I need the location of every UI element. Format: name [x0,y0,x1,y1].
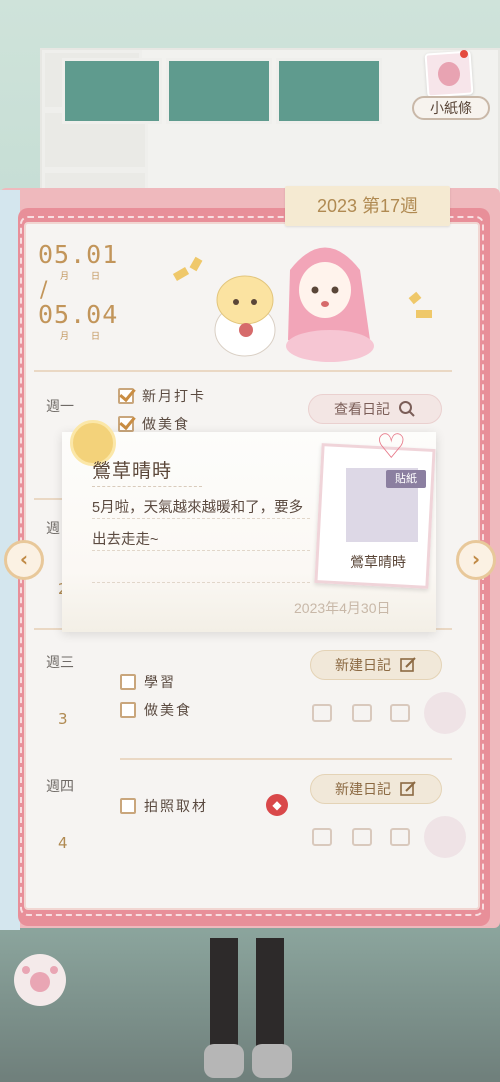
mood-slot[interactable] [424,816,466,858]
sticker-slot[interactable] [352,828,372,846]
view-diary-label: 查看日記 [334,401,390,417]
entry-date: 2023年4月30日 [294,600,391,616]
sticker-slot[interactable] [352,704,372,722]
new-diary-button[interactable]: 新建日記 [310,650,442,680]
sticker-slot[interactable] [390,704,410,722]
date-range: 05.01 月 日 / 05.04 月 日 [38,240,128,342]
shelf-cell [166,58,272,124]
gift-icon[interactable]: ◆ [266,794,288,816]
edit-icon [400,781,416,796]
heart-icon[interactable]: ♡ [376,430,406,464]
row-divider [34,498,64,500]
task-label: 做美食 [142,416,190,432]
edit-icon [400,657,416,672]
task-checkbox[interactable] [120,674,136,690]
row-divider [34,370,452,372]
task-checkbox[interactable] [118,416,134,432]
yellow-cat-character [214,275,276,357]
note-thumbnail [424,50,474,98]
entry-body: 5月啦，天氣越來越暖和了，要多出去走走~ [92,500,304,548]
note-button[interactable]: 小紙條 [412,48,492,128]
task-label: 學習 [144,674,176,690]
task-checkbox[interactable] [118,388,134,404]
task-label: 拍照取材 [144,798,208,814]
chevron-left-icon: ‹ [19,547,29,571]
sticker-tag: 貼紙 [386,470,426,488]
chevron-right-icon: › [471,547,481,571]
pink-hair-girl-character [286,247,374,362]
task-item[interactable]: 學習 [120,672,176,692]
task-item[interactable]: 做美食 [118,414,190,434]
new-diary-label: 新建日記 [335,657,391,673]
search-icon [399,401,415,417]
sticker-name: 鶯草晴時 [350,554,406,570]
paw-charm-decoration [14,954,66,1006]
title-underline [92,486,202,487]
date-unit-labels: 月 日 [60,272,101,282]
task-item[interactable]: 拍照取材 [120,796,208,816]
end-date: 05.04 [38,300,119,329]
sticker-slot[interactable] [312,704,332,722]
row-divider [120,758,452,760]
day-label-mon: 週一 [46,398,74,414]
week-tab: 2023 第17週 [285,186,450,226]
shelf-cell [276,58,382,124]
task-checkbox[interactable] [120,798,136,814]
start-date: 05.01 [38,240,119,269]
task-label: 做美食 [144,702,192,718]
day-number: 4 [58,834,68,852]
task-label: 新月打卡 [142,388,206,404]
new-diary-button[interactable]: 新建日記 [310,774,442,804]
note-button-label: 小紙條 [412,96,490,120]
sticker-slot[interactable] [312,828,332,846]
task-item[interactable]: 做美食 [120,700,192,720]
character-legs [204,938,292,1082]
entry-title: 鶯草晴時 [92,461,173,482]
sticker-slot[interactable] [390,828,410,846]
day-label-wed: 週三 [46,654,74,670]
shelf-cell [62,58,162,124]
mood-slot[interactable] [424,692,466,734]
task-item[interactable]: 新月打卡 [118,386,206,406]
new-diary-label: 新建日記 [335,781,391,797]
date-separator: / [40,278,48,303]
task-checkbox[interactable] [120,702,136,718]
view-diary-button[interactable]: 查看日記 [308,394,442,424]
pin-icon [460,50,468,58]
date-unit-labels: 月 日 [60,332,101,342]
chibi-illustration [172,247,432,362]
day-number: 3 [58,710,68,728]
day-label-thu: 週四 [46,778,74,794]
next-week-button[interactable]: › [456,540,496,580]
day-label-tue: 週 [46,520,60,536]
prev-week-button[interactable]: ‹ [4,540,44,580]
